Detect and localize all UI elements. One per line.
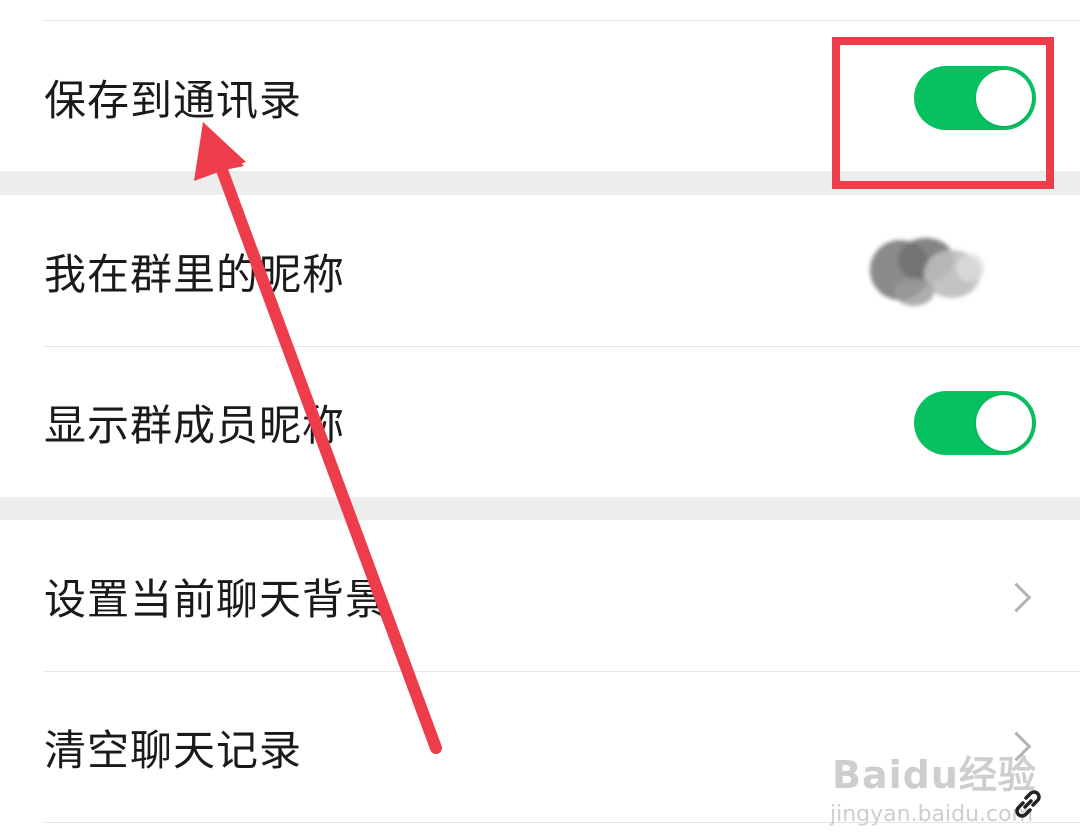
watermark-logo: Baidu经验 (832, 753, 1037, 797)
clear-chat-history-label: 清空聊天记录 (44, 726, 303, 775)
watermark-url: jingyan.baidu.com (830, 802, 1034, 827)
redacted-nickname-value (870, 238, 984, 306)
set-chat-background-row[interactable]: 设置当前聊天背景 (0, 520, 1080, 670)
toggle-knob (976, 395, 1032, 451)
section-gap (0, 497, 1080, 520)
group-chat-settings: 保存到通讯录 我在群里的昵称 显示群成员昵称 设置当前聊天背景 清空聊天记录 B… (0, 0, 1080, 840)
set-chat-background-label: 设置当前聊天背景 (44, 575, 389, 624)
highlight-annotation-box (832, 37, 1054, 189)
my-group-nickname-label: 我在群里的昵称 (44, 250, 346, 299)
show-member-nicknames-label: 显示群成员昵称 (44, 401, 346, 450)
save-to-contacts-label: 保存到通讯录 (44, 76, 303, 125)
chevron-right-icon (1001, 582, 1032, 613)
show-member-nicknames-row: 显示群成员昵称 (0, 347, 1080, 497)
show-member-nicknames-toggle[interactable] (914, 391, 1036, 455)
link-icon[interactable] (1010, 786, 1046, 822)
